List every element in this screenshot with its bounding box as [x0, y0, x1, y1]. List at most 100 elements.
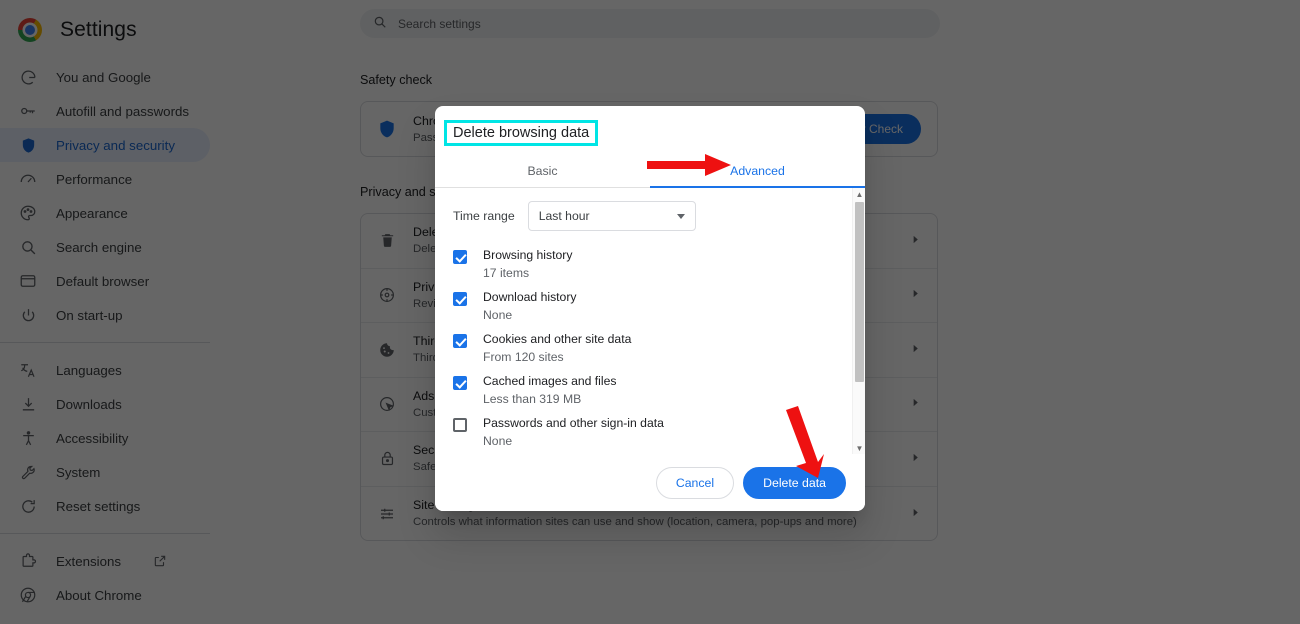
cookie-icon: [377, 340, 397, 360]
window-icon: [18, 271, 38, 291]
sidebar-item-languages[interactable]: Languages: [0, 353, 210, 387]
sidebar-item-label: Extensions: [56, 553, 122, 569]
sidebar-item-accessibility[interactable]: Accessibility: [0, 421, 210, 455]
key-icon: [18, 101, 38, 121]
checkbox-browsing-history[interactable]: [453, 250, 467, 264]
row-subtext: Controls what information sites can use …: [413, 516, 857, 529]
checkbox-passwords-and-other-sign-in-data[interactable]: [453, 418, 467, 432]
translate-icon: [18, 360, 38, 380]
chevron-right-icon: [910, 395, 921, 413]
sidebar-item-privacy-and-security[interactable]: Privacy and security: [0, 128, 210, 162]
checkbox-row-browsing-history[interactable]: Browsing history 17 items: [435, 243, 852, 285]
checkbox-text: Cached images and files Less than 319 MB: [483, 372, 616, 408]
google-g-icon: [18, 67, 38, 87]
sidebar-item-on-start-up[interactable]: On start-up: [0, 298, 210, 332]
sidebar-item-performance[interactable]: Performance: [0, 162, 210, 196]
checkbox-label: Cookies and other site data: [483, 332, 632, 346]
sidebar-item-label: Downloads: [56, 396, 122, 412]
sidebar-item-label: Appearance: [56, 205, 128, 221]
checkbox-row-download-history[interactable]: Download history None: [435, 285, 852, 327]
checkbox-cached-images-and-files[interactable]: [453, 376, 467, 390]
checkbox-detail: None: [483, 308, 513, 322]
time-range-select[interactable]: Last hour: [527, 201, 696, 231]
checkbox-detail: None: [483, 434, 513, 448]
sidebar-item-label: Privacy and security: [56, 137, 175, 153]
sidebar-item-downloads[interactable]: Downloads: [0, 387, 210, 421]
sidebar-divider-2: [0, 533, 210, 534]
sidebar-item-you-and-google[interactable]: You and Google: [0, 60, 210, 94]
checkbox-row-cached-images-and-files[interactable]: Cached images and files Less than 319 MB: [435, 369, 852, 411]
settings-title: Settings: [60, 18, 137, 41]
checkbox-row-passwords-and-other-sign-in-data[interactable]: Passwords and other sign-in data None: [435, 411, 852, 453]
sidebar-item-autofill-and-passwords[interactable]: Autofill and passwords: [0, 94, 210, 128]
ads-icon: [377, 394, 397, 414]
dialog-scrollbar[interactable]: ▲ ▼: [852, 188, 865, 454]
palette-icon: [18, 203, 38, 223]
checkbox-label: Passwords and other sign-in data: [483, 416, 664, 430]
sidebar-item-default-browser[interactable]: Default browser: [0, 264, 210, 298]
lock-icon: [377, 449, 397, 469]
sidebar-item-label: System: [56, 464, 101, 480]
chevron-right-icon: [910, 505, 921, 523]
power-icon: [18, 305, 38, 325]
chevron-right-icon: [910, 341, 921, 359]
sidebar-item-reset-settings[interactable]: Reset settings: [0, 489, 210, 523]
checkbox-download-history[interactable]: [453, 292, 467, 306]
scroll-down-arrow-icon[interactable]: ▼: [853, 442, 865, 454]
dialog-scroll-area: Time range Last hour Browsing history 17…: [435, 188, 852, 454]
checkbox-row-cookies-and-other-site-data[interactable]: Cookies and other site data From 120 sit…: [435, 327, 852, 369]
checkbox-text: Passwords and other sign-in data None: [483, 414, 664, 450]
restore-icon: [18, 496, 38, 516]
scrollbar-thumb[interactable]: [855, 202, 864, 382]
dialog-footer: Cancel Delete data: [435, 454, 865, 511]
dialog-title-wrap: Delete browsing data: [435, 106, 865, 146]
time-range-row: Time range Last hour: [435, 188, 852, 243]
chevron-right-icon: [910, 450, 921, 468]
sidebar-item-about-chrome[interactable]: About Chrome: [0, 578, 210, 612]
wrench-icon: [18, 462, 38, 482]
dialog-title: Delete browsing data: [444, 120, 599, 146]
checkbox-detail: 17 items: [483, 266, 530, 280]
chrome-icon: [18, 585, 38, 605]
safety-check-heading: Safety check: [360, 73, 433, 87]
sidebar-item-system[interactable]: System: [0, 455, 210, 489]
delete-browsing-data-dialog: Delete browsing data Basic Advanced Time…: [435, 106, 865, 511]
shield-icon: [18, 135, 38, 155]
cancel-button[interactable]: Cancel: [655, 466, 735, 499]
sidebar-item-label: Autofill and passwords: [56, 103, 190, 119]
sidebar-item-appearance[interactable]: Appearance: [0, 196, 210, 230]
checkbox-label: Cached images and files: [483, 374, 617, 388]
search-icon: [18, 237, 38, 257]
accessibility-icon: [18, 428, 38, 448]
scroll-up-arrow-icon[interactable]: ▲: [853, 188, 865, 200]
tab-basic[interactable]: Basic: [435, 154, 650, 187]
checkbox-cookies-and-other-site-data[interactable]: [453, 334, 467, 348]
sidebar-item-label: On start-up: [56, 307, 123, 323]
checkbox-label: Download history: [483, 290, 577, 304]
time-range-value: Last hour: [538, 209, 590, 223]
sidebar-item-extensions[interactable]: Extensions: [0, 544, 210, 578]
sliders-icon: [377, 504, 397, 524]
open-in-new-icon: [153, 554, 167, 568]
checkbox-row-auto-fill-form-data[interactable]: Auto-fill form data: [435, 453, 852, 454]
search-icon: [373, 15, 387, 32]
chevron-right-icon: [910, 232, 921, 250]
delete-data-button[interactable]: Delete data: [743, 466, 846, 499]
checkbox-label: Browsing history: [483, 248, 573, 262]
sidebar-divider-1: [0, 342, 210, 343]
sidebar-item-label: Languages: [56, 362, 122, 378]
sidebar-item-search-engine[interactable]: Search engine: [0, 230, 210, 264]
gauge-icon: [18, 169, 38, 189]
chevron-down-icon: [676, 213, 685, 219]
tab-advanced[interactable]: Advanced: [650, 154, 865, 188]
dialog-body: Time range Last hour Browsing history 17…: [435, 188, 865, 454]
settings-brand: Settings: [0, 10, 210, 60]
sidebar-item-label: Performance: [56, 171, 133, 187]
checkbox-detail: From 120 sites: [483, 350, 564, 364]
sidebar: Settings You and Google Autofill and pas…: [0, 0, 210, 624]
sidebar-item-label: Default browser: [56, 273, 150, 289]
screen: Settings You and Google Autofill and pas…: [0, 0, 1300, 624]
dialog-tabs: Basic Advanced: [435, 154, 865, 188]
sidebar-item-label: Search engine: [56, 239, 142, 255]
search-settings-input[interactable]: Search settings: [360, 9, 940, 38]
